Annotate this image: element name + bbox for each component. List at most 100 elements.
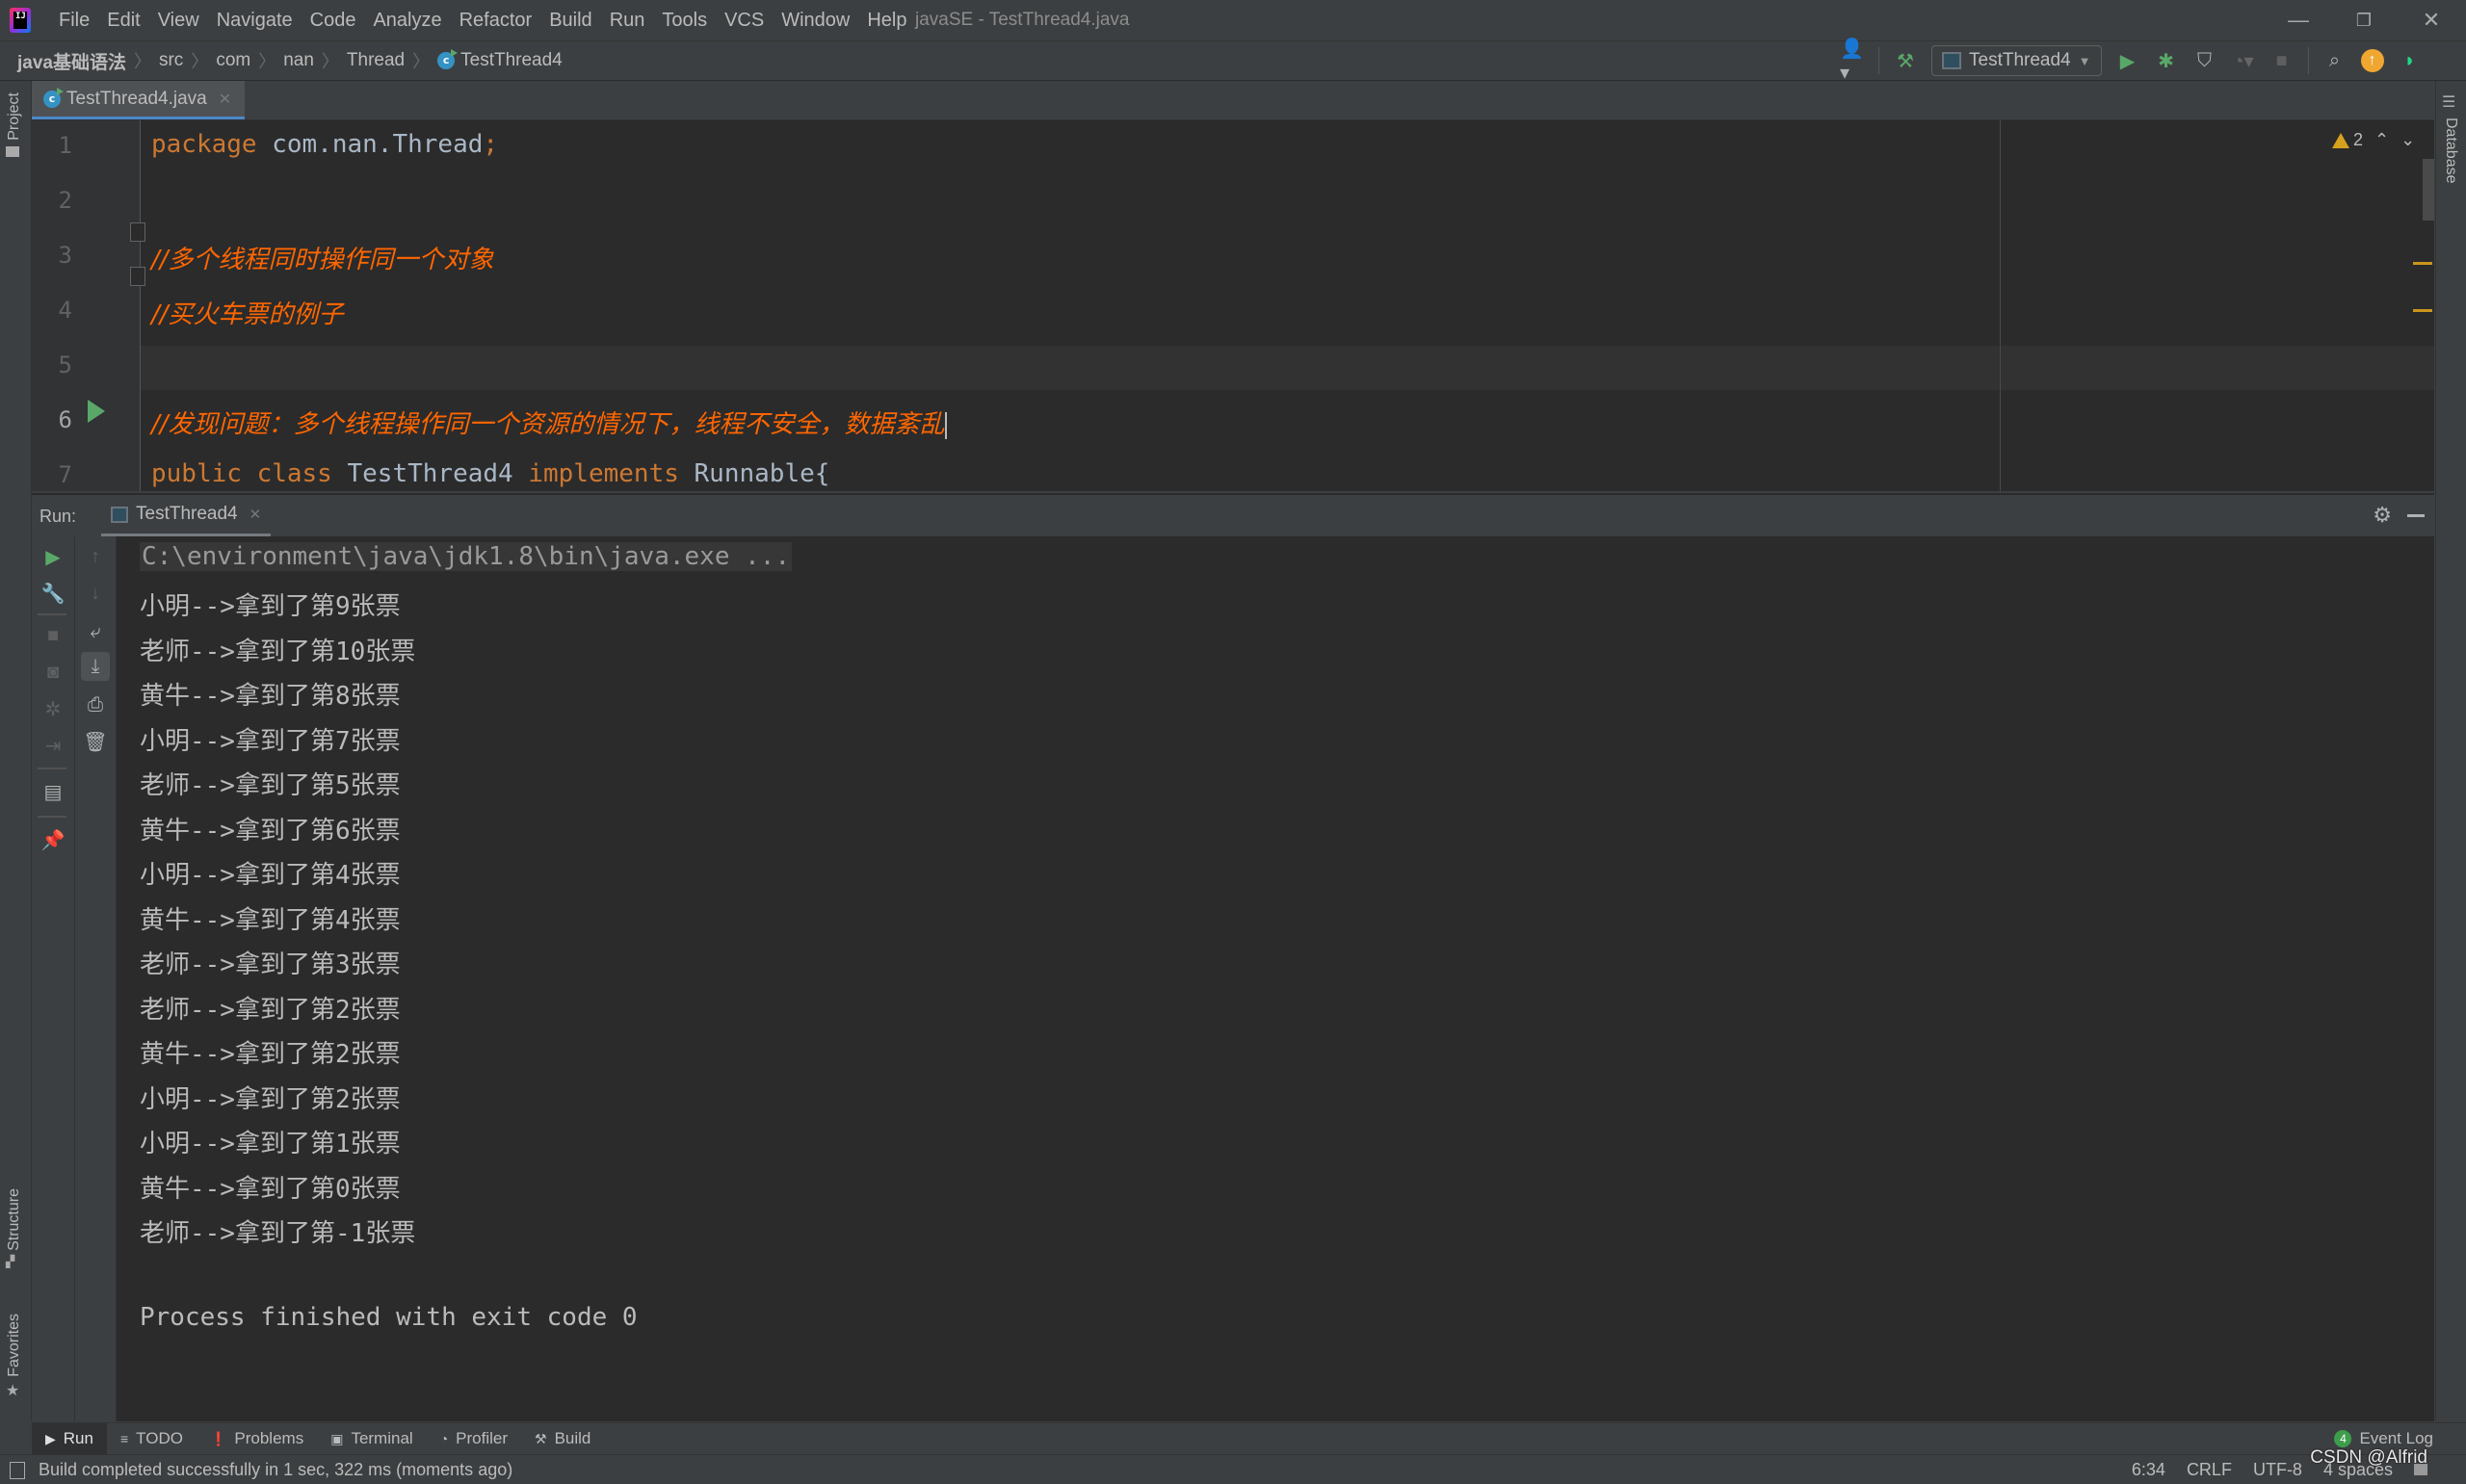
line-separator[interactable]: CRLF [2187,1460,2232,1480]
breadcrumb-separator-icon: 〉 [191,52,209,71]
breadcrumb-item[interactable]: Thread [347,50,405,71]
menu-build[interactable]: Build [540,10,600,32]
update-icon[interactable]: ↑ [2360,49,2384,72]
coverage-icon[interactable]: ⛉ [2192,48,2217,73]
code-editor[interactable]: 12345678 package com.nan.Thread;//多个线程同时… [32,120,2434,491]
fold-start-icon[interactable] [130,222,145,242]
code-line[interactable]: //发现问题：多个线程操作同一个资源的情况下，线程不安全，数据紊乱 [151,404,947,440]
breadcrumb-separator-icon: 〉 [258,52,276,71]
breadcrumb-item[interactable]: src [159,50,183,71]
warning-stripe-marker[interactable] [2413,262,2432,265]
bottom-tool-bar: ▶ Run ≡ TODO ❗ Problems ▣ Terminal ◔ Profiler ⚒ Bui… [32,1422,2466,1454]
run-gutter-icon[interactable] [88,400,105,423]
breadcrumb-label: com [216,50,251,70]
menu-analyze[interactable]: Analyze [364,10,450,32]
menu-code[interactable]: Code [302,10,365,32]
vcs-user-icon[interactable]: 👤▾ [1840,39,1865,84]
status-bar: Build completed successfully in 1 sec, 3… [0,1447,2466,1484]
tool-tab-profiler[interactable]: ◔ Profiler [427,1423,521,1454]
editor-scrollbar[interactable] [2423,159,2434,221]
output-line: 老师-->拿到了第2张票 [140,995,401,1025]
menu-tools[interactable]: Tools [653,10,716,32]
close-button[interactable]: ✕ [2399,0,2464,40]
breadcrumb-item[interactable]: c TestThread4 [437,49,563,71]
favorites-tool-button[interactable]: Favorites ★ [6,1314,23,1400]
tab-testthread4-java[interactable]: c TestThread4.java ✕ [32,81,246,119]
layout-icon[interactable]: ▤ [39,777,67,806]
run-tab-label: TestThread4 [136,504,238,524]
status-toggle-icon[interactable] [10,1462,25,1479]
menu-view[interactable]: View [149,10,208,32]
menu-run[interactable]: Run [601,10,654,32]
warning-count: 2 [2353,130,2364,149]
project-tool-button[interactable]: Project [6,92,23,157]
maximize-button[interactable]: ❐ [2331,0,2397,40]
debug-icon[interactable]: ✱ [2154,48,2179,73]
tool-tab-todo[interactable]: ≡ TODO [107,1423,197,1454]
stop-icon[interactable]: ■ [2269,48,2295,73]
menu-refactor[interactable]: Refactor [451,10,541,32]
minimize-button[interactable]: — [2266,0,2331,40]
build-hammer-icon[interactable]: ⚒ [1893,48,1918,73]
status-message[interactable]: Build completed successfully in 1 sec, 3… [39,1455,512,1484]
previous-highlight-icon[interactable]: ⌃ [2374,130,2389,150]
code-line[interactable]: //买火车票的例子 [151,295,344,330]
code-line[interactable]: package com.nan.Thread; [151,130,498,159]
caret-position[interactable]: 6:34 [2132,1460,2165,1480]
tool-tab-problems[interactable]: ❗ Problems [197,1423,317,1454]
watermark: CSDN @Alfrid [2310,1447,2427,1468]
warning-icon [2332,132,2349,148]
run-icon[interactable]: ▶ [2115,48,2140,73]
search-icon[interactable]: ⌕ [2322,48,2348,73]
breadcrumb-item[interactable]: com [216,50,250,71]
soft-wrap-icon[interactable]: ⤶ [81,617,110,646]
print-icon[interactable]: ⎙ [81,690,110,719]
up-arrow-icon[interactable]: ↑ [81,542,110,571]
profile-icon[interactable]: ◔▾ [2231,48,2256,73]
code-line[interactable]: //多个线程同时操作同一个对象 [151,240,494,275]
tool-tab-terminal[interactable]: ▣ Terminal [317,1423,426,1454]
database-tool-button[interactable]: ☰ Database [2442,92,2459,184]
profiler-icon: ◔ [439,1431,449,1446]
run-tab-testthread4[interactable]: TestThread4 ✕ [101,495,272,537]
next-highlight-icon[interactable]: ⌄ [2400,130,2415,150]
menu-edit[interactable]: Edit [98,10,148,32]
main-toolbar: 👤▾ ⚒ TestThread4 ▼ ▶ ✱ ⛉ ◔▾ ■ ⌕ ↑ ◗ [1840,39,2423,84]
warning-stripe-marker[interactable] [2413,309,2432,312]
debugger-exit-icon[interactable]: ✲ [39,694,67,723]
scroll-to-end-icon[interactable]: ⤓ [81,652,110,681]
run-configuration-select[interactable]: TestThread4 ▼ [1931,45,2102,76]
toolbox-icon[interactable]: ◗ [2398,48,2423,73]
fold-end-icon[interactable] [130,267,145,286]
menu-navigate[interactable]: Navigate [208,10,302,32]
exit-icon[interactable]: ⇥ [39,731,67,760]
edit-config-wrench-icon[interactable]: 🔧 [39,579,67,608]
rerun-icon[interactable]: ▶ [39,542,67,571]
menu-vcs[interactable]: VCS [716,10,773,32]
breadcrumb-item[interactable]: java基础语法 [17,48,126,74]
settings-gear-icon[interactable]: ⚙ [2373,503,2392,528]
tool-tab-build[interactable]: ⚒ Build [521,1423,604,1454]
application-icon [111,506,128,523]
close-tab-icon[interactable]: ✕ [219,90,231,109]
inspection-widget[interactable]: 2 ⌃ ⌄ [2332,130,2415,150]
menu-window[interactable]: Window [773,10,858,32]
trash-icon[interactable]: 🗑 [81,727,110,756]
output-line: 老师-->拿到了第5张票 [140,771,401,800]
stop-icon[interactable]: ■ [39,621,67,650]
dump-threads-camera-icon[interactable]: ◙ [39,658,67,687]
breadcrumb-item[interactable]: nan [283,50,314,71]
hide-panel-icon[interactable] [2407,514,2425,517]
down-arrow-icon[interactable]: ↓ [81,579,110,608]
file-encoding[interactable]: UTF-8 [2253,1460,2302,1480]
breadcrumb-label: TestThread4 [460,50,563,70]
structure-tool-button[interactable]: Structure ▞ [6,1188,23,1268]
menu-file[interactable]: File [50,10,98,32]
code-line[interactable]: public class TestThread4 implements Runn… [151,459,829,488]
console-output[interactable]: C:\environment\java\jdk1.8\bin\java.exe … [117,536,2434,1421]
tool-tab-run[interactable]: ▶ Run [32,1423,107,1454]
close-tab-icon[interactable]: ✕ [249,506,262,523]
output-line: 老师-->拿到了第3张票 [140,950,401,979]
pin-icon[interactable]: 📌 [39,825,67,854]
menu-help[interactable]: Help [858,10,915,32]
